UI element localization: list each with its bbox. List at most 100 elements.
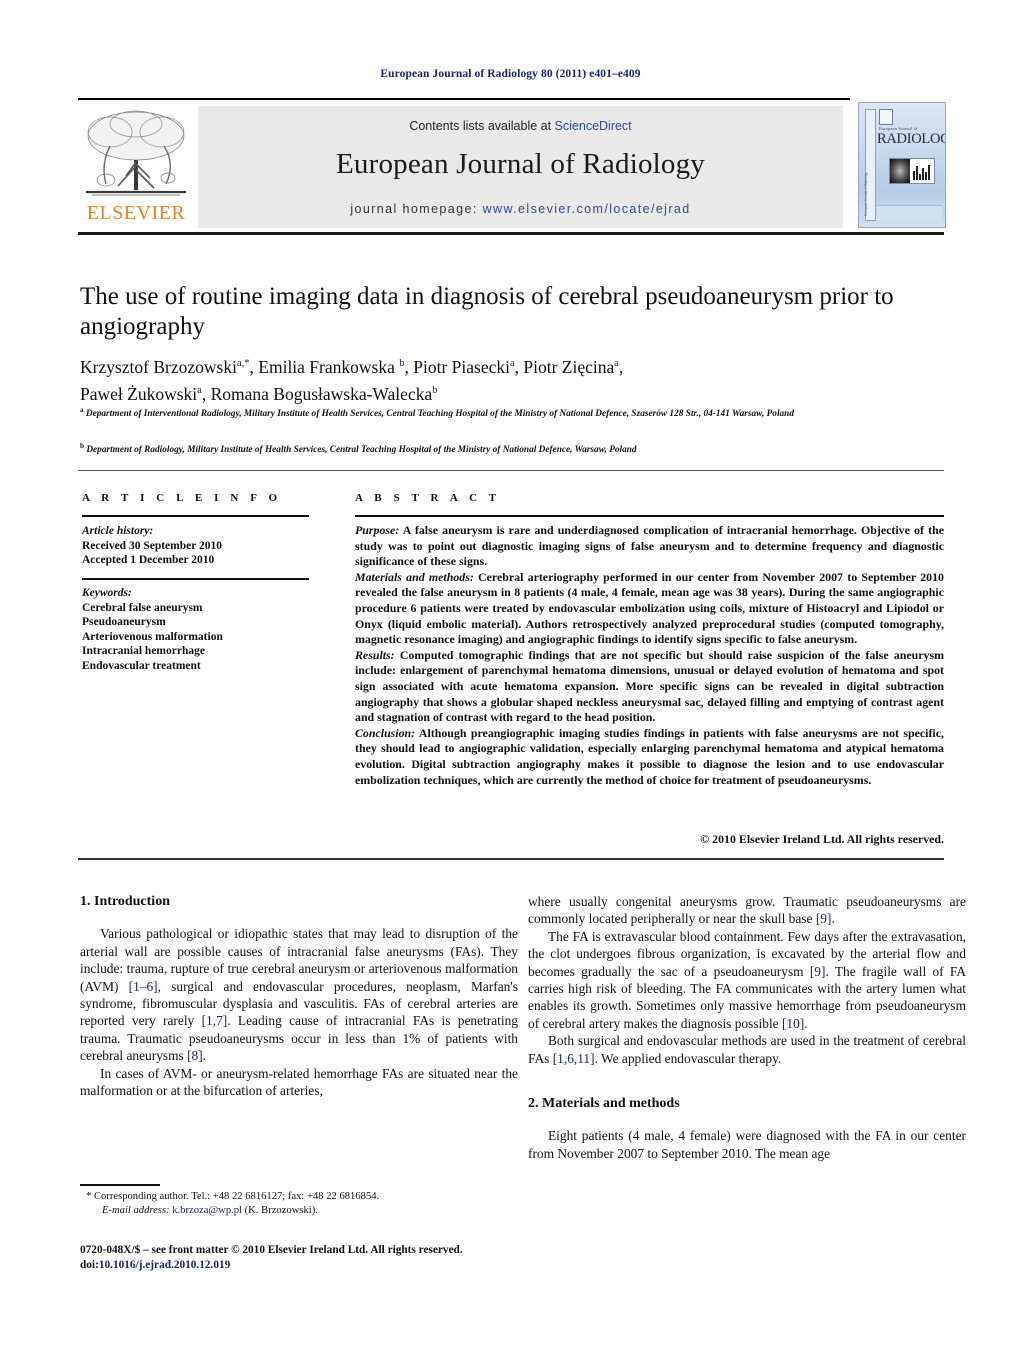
right-p1-part-a: where usually congenital aneurysms grow.… [528,894,966,927]
abstract-purpose: Purpose: A false aneurysm is rare and un… [355,523,944,570]
email-label: E-mail address: [102,1205,170,1216]
abstract-copyright: © 2010 Elsevier Ireland Ltd. All rights … [700,832,944,846]
abstract-heading: A B S T R A C T [355,492,501,504]
citation-9b[interactable]: [9] [810,964,826,979]
author-4-marks: a [614,358,619,369]
corresponding-author-note: * Corresponding author. Tel.: +48 22 681… [86,1191,380,1202]
abstract-purpose-text: A false aneurysm is rare and underdiagno… [355,523,944,569]
sciencedirect-link[interactable]: ScienceDirect [555,119,632,133]
article-history-accepted: Accepted 1 December 2010 [82,554,215,566]
keyword-1: Cerebral false aneurysm [82,601,203,614]
frontmatter-line: 0720-048X/$ – see front matter © 2010 El… [80,1244,463,1256]
abstract-results-label: Results: [355,647,395,662]
running-head: European Journal of Radiology 80 (2011) … [380,68,641,80]
article-info-rule [82,515,309,517]
email-link[interactable]: k.brzoza@wp.pl [172,1205,242,1216]
author-4: Piotr Zięcina [523,356,615,377]
doi-label: doi: [80,1259,99,1271]
intro-paragraph-2: In cases of AVM- or aneurysm-related hem… [80,1065,518,1099]
journal-cover-thumbnail: European Journal of Radiology European J… [858,102,946,228]
right-paragraph-2: The FA is extravascular blood containmen… [528,928,966,1032]
cover-title: RADIOLOGY [877,131,945,147]
masthead-bottom-rule [78,232,944,235]
intro-paragraph-1: Various pathological or idiopathic state… [80,925,518,1064]
article-history-label: Article history: [82,525,154,537]
abstract-conclusion: Conclusion: Although preangiographic ima… [355,726,944,788]
elsevier-logo: ELSEVIER [80,106,192,228]
abstract-bottom-rule [78,858,944,860]
abstract-purpose-label: Purpose: [355,523,400,537]
footnote-block: * Corresponding author. Tel.: +48 22 681… [80,1190,520,1218]
article-history-received: Received 30 September 2010 [82,539,222,552]
citation-1-6[interactable]: [1–6] [129,979,158,994]
frontmatter-block: 0720-048X/$ – see front matter © 2010 El… [80,1243,540,1273]
abstract-results-text: Computed tomographic findings that are n… [355,647,944,725]
author-6: Romana Bogusławska-Walecka [210,383,433,404]
body-left-column: 1. Introduction Various pathological or … [80,893,518,1099]
intro-p1-part-d: . [202,1048,207,1064]
affiliation-b: b Department of Radiology, Military Inst… [80,440,960,457]
section-heading-introduction: 1. Introduction [80,894,170,909]
cover-publisher-badge-icon [879,109,893,125]
abstract-body: Purpose: A false aneurysm is rare and un… [355,523,944,788]
homepage-url-link[interactable]: www.elsevier.com/locate/ejrad [483,202,691,216]
author-2-marks: b [399,358,405,369]
cover-figure [889,158,935,184]
citation-8[interactable]: [8] [187,1048,203,1063]
affiliation-b-mark: b [80,442,84,450]
masthead-contents-box: Contents lists available at ScienceDirec… [198,106,843,228]
contents-available-line: Contents lists available at ScienceDirec… [198,119,843,133]
affiliation-a-text: Department of Interventional Radiology, … [85,409,794,420]
abstract-materials-label: Materials and methods: [355,569,474,584]
cover-brain-scan-image [890,159,910,183]
abstract-conclusion-text: Although preangiographic imaging studies… [355,725,944,787]
citation-1-6-11[interactable]: [1,6,11] [553,1051,595,1066]
author-1: Krzysztof Brzozowski [80,356,237,377]
abstract-results: Results: Computed tomographic findings t… [355,648,944,726]
keyword-4: Intracranial hemorrhage [82,645,205,657]
author-3-marks: a [509,358,515,369]
author-2: Emilia Frankowska [258,356,395,377]
cover-spine-text: European Journal of Radiology [864,172,868,216]
author-3: Piotr Piasecki [413,356,510,377]
contents-prefix: Contents lists available at [409,119,555,133]
materials-paragraph-1: Eight patients (4 male, 4 female) were d… [528,1128,966,1161]
cover-plot-image [910,159,934,183]
citation-9a[interactable]: [9] [816,911,832,926]
body-right-column: where usually congenital aneurysms grow.… [528,893,966,1162]
keyword-5: Endovascular treatment [82,659,201,672]
author-5: Paweł Żukowski [80,383,198,404]
info-block-top-rule [78,470,944,471]
homepage-prefix: journal homepage: [350,202,483,216]
masthead-top-rule [78,98,850,100]
keyword-3: Arteriovenous malformation [82,630,223,643]
keywords-label: Keywords: [82,587,132,599]
citation-1-7[interactable]: [1,7] [202,1013,228,1028]
right-p1-part-b: . [831,911,835,927]
paper-page: European Journal of Radiology 80 (2011) … [0,0,1021,1351]
right-paragraph-1: where usually congenital aneurysms grow.… [528,893,966,928]
author-5-marks: a [197,384,202,396]
cover-spine: European Journal of Radiology [864,109,876,221]
author-list: Krzysztof Brzozowskia,*, Emilia Frankows… [80,356,624,404]
doi-link[interactable]: 10.1016/j.ejrad.2010.12.019 [99,1259,230,1271]
right-paragraph-3: Both surgical and endovascular methods a… [528,1032,966,1067]
right-p2-part-c: . [804,1015,808,1031]
elsevier-tree-icon [86,110,186,196]
journal-title: European Journal of Radiology [335,148,706,180]
elsevier-wordmark: ELSEVIER [86,202,186,224]
keywords-rule [82,578,309,580]
article-history: Article history: Received 30 September 2… [82,524,322,568]
affiliation-a-mark: a [80,406,84,414]
citation-10[interactable]: [10] [782,1016,804,1031]
article-info-heading: A R T I C L E I N F O [82,492,282,504]
cover-bottom-band [877,205,942,222]
section-heading-materials-and-methods: 2. Materials and methods [528,1096,680,1112]
email-owner: (K. Brzozowski). [244,1205,318,1216]
keyword-2: Pseudoaneurysm [82,616,166,628]
affiliation-b-text: Department of Radiology, Military Instit… [86,445,637,456]
abstract-conclusion-label: Conclusion: [355,725,416,740]
abstract-rule [355,515,944,517]
author-6-marks: b [432,384,438,396]
page-title: The use of routine imaging data in diagn… [80,283,894,340]
